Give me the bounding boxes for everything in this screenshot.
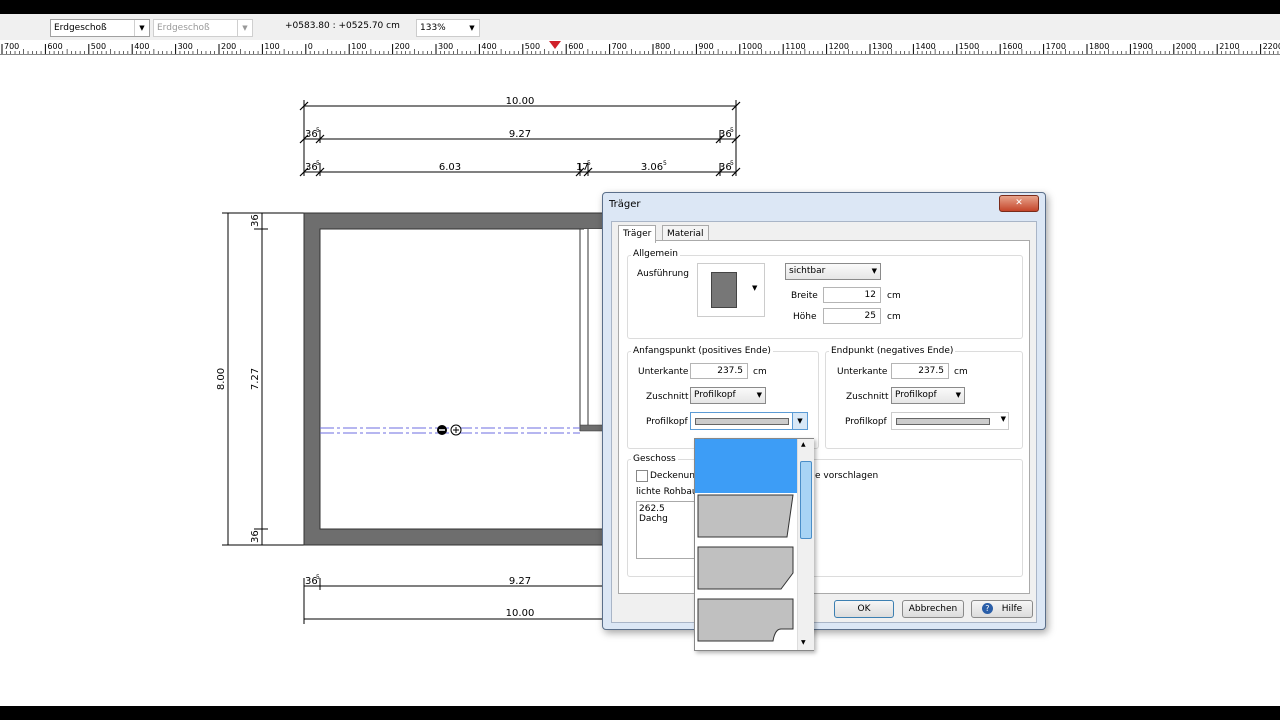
breite-input[interactable]: 12	[823, 287, 881, 303]
lichte-rohbau-label: lichte Rohbau	[636, 487, 698, 497]
ende-zuschnitt-select[interactable]: Profilkopf ▼	[891, 387, 965, 404]
anfang-profilkopf-label: Profilkopf	[646, 417, 688, 427]
ausfuehrung-label: Ausführung	[637, 269, 689, 279]
close-icon: ✕	[1015, 198, 1023, 208]
ende-unterkante-label: Unterkante	[837, 367, 888, 377]
group-anfangspunkt-label: Anfangspunkt (positives Ende)	[631, 346, 773, 356]
dim-36-g: 36	[250, 530, 261, 543]
group-endpunkt-label: Endpunkt (negatives Ende)	[829, 346, 956, 356]
group-allgemein-label: Allgemein	[631, 249, 680, 259]
scroll-up-icon[interactable]: ▲	[801, 441, 806, 448]
anfang-unterkante-unit: cm	[753, 367, 767, 377]
dim-top-mid-sup: 5	[587, 160, 591, 167]
breite-unit: cm	[887, 291, 901, 301]
deckenunterseite-checkbox[interactable]	[636, 470, 648, 482]
scrollbar-thumb[interactable]	[800, 461, 812, 539]
hoehe-input[interactable]: 25	[823, 308, 881, 324]
profile-slanted-icon	[697, 494, 794, 538]
hoehe-label: Höhe	[793, 312, 817, 322]
checkbox-label: Deckenunt	[650, 471, 699, 481]
dim-bottom-inner: 9.27	[509, 576, 531, 587]
checkbox-label-suffix: e vorschlagen	[815, 471, 879, 481]
chevron-down-icon: ▼	[871, 267, 877, 275]
close-button[interactable]: ✕	[999, 195, 1039, 212]
walls[interactable]	[303, 212, 605, 546]
hoehe-unit: cm	[887, 312, 901, 322]
profile-shapes[interactable]	[695, 493, 797, 649]
dim-left-inner: 7.27	[250, 368, 261, 390]
profile-flat-icon	[896, 418, 990, 425]
dim-36-c-sup: 5	[316, 160, 320, 167]
anfang-zuschnitt-label: Zuschnitt	[646, 392, 689, 402]
anfang-zuschnitt-select[interactable]: Profilkopf ▼	[690, 387, 766, 404]
profile-chamfer-icon	[697, 546, 794, 590]
anfang-unterkante-input[interactable]: 237.5	[690, 363, 748, 379]
beam-line[interactable]	[320, 427, 580, 434]
dim-top-inner: 9.27	[509, 129, 531, 140]
dialog-title: Träger	[609, 199, 641, 210]
bottom-black-bar	[0, 706, 1280, 720]
chevron-down-icon: ▼	[756, 391, 762, 399]
ende-zuschnitt-value: Profilkopf	[895, 390, 937, 400]
ende-zuschnitt-label: Zuschnitt	[846, 392, 889, 402]
ende-profilkopf-label: Profilkopf	[845, 417, 887, 427]
dim-top-total: 10.00	[506, 96, 535, 107]
cancel-button[interactable]: Abbrechen	[902, 600, 964, 618]
anfang-profilkopf-select[interactable]: ▼	[690, 412, 808, 430]
anfang-zuschnitt-value: Profilkopf	[694, 390, 736, 400]
dim-36-b-sup: 5	[730, 127, 734, 134]
breite-label: Breite	[791, 291, 818, 301]
help-icon: ?	[981, 603, 993, 614]
profile-flat-icon	[695, 418, 789, 425]
chevron-down-icon: ▼	[1000, 415, 1006, 423]
dim-left-total: 8.00	[216, 368, 227, 390]
ausfuehrung-picker[interactable]: ▼	[697, 263, 765, 317]
visibility-select[interactable]: sichtbar ▼	[785, 263, 881, 280]
tab-panel: Allgemein Ausführung ▼ sichtbar ▼ Breite…	[618, 240, 1030, 594]
scroll-down-icon[interactable]: ▼	[801, 639, 806, 646]
dim-bottom-total: 10.00	[506, 608, 535, 619]
group-geschoss-label: Geschoss	[631, 454, 678, 464]
profilkopf-dropdown-list[interactable]: ▲ ▼	[694, 438, 814, 651]
list-item-selected[interactable]	[695, 439, 797, 493]
dim-top-b-sup: 5	[663, 160, 667, 167]
visibility-value: sichtbar	[789, 266, 826, 276]
chevron-down-icon: ▼	[955, 391, 961, 399]
dim-top-b: 3.06	[641, 162, 663, 173]
ok-button[interactable]: OK	[834, 600, 894, 618]
dialog-body: Träger Material Allgemein Ausführung ▼ s…	[611, 221, 1037, 623]
dim-36-d-sup: 5	[730, 160, 734, 167]
chevron-down-icon[interactable]: ▼	[792, 413, 807, 429]
floor-list-textarea[interactable]: 262.5 Dachg	[636, 501, 698, 559]
ende-unterkante-unit: cm	[954, 367, 968, 377]
chevron-down-icon: ▼	[752, 284, 758, 292]
tab-traeger[interactable]: Träger	[618, 225, 657, 243]
dim-36-e-sup: 5	[316, 574, 320, 581]
dim-36-a-sup: 5	[316, 127, 320, 134]
ende-profilkopf-select[interactable]: ▼	[891, 412, 1009, 430]
profile-notch-icon	[697, 598, 794, 642]
help-button-label: Hilfe	[1001, 604, 1023, 614]
anfang-unterkante-label: Unterkante	[638, 367, 689, 377]
dim-top-a: 6.03	[439, 162, 461, 173]
traeger-dialog: Träger ✕ Träger Material Allgemein Ausfü…	[602, 192, 1046, 630]
help-button[interactable]: ? Hilfe	[971, 600, 1033, 618]
beam-section-icon	[711, 272, 737, 308]
dropdown-scrollbar[interactable]: ▲ ▼	[797, 439, 814, 650]
dim-36-f: 36	[250, 214, 261, 227]
ende-unterkante-input[interactable]: 237.5	[891, 363, 949, 379]
